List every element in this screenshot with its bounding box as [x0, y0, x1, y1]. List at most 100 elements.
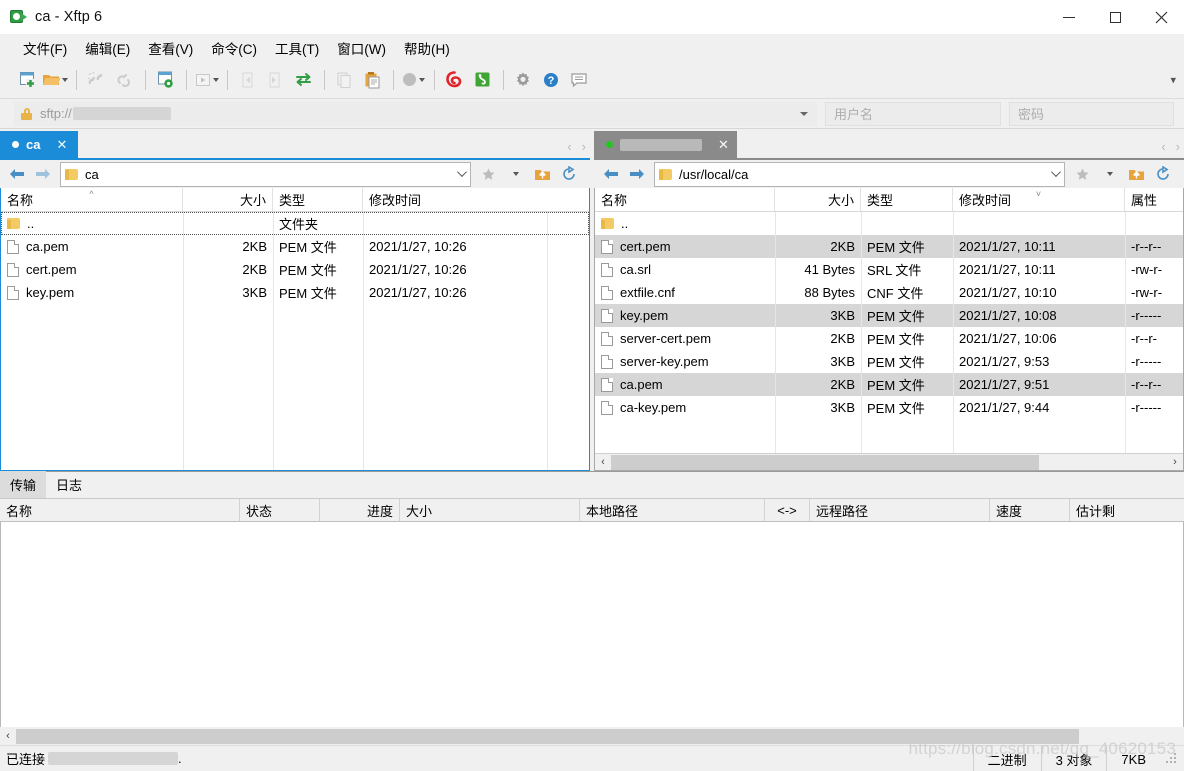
remote-bookmark-star-icon[interactable]	[1069, 162, 1095, 186]
table-row[interactable]: .. 文件夹	[1, 212, 589, 235]
feedback-chat-icon[interactable]	[566, 67, 592, 93]
local-tab-ca[interactable]: ca ✕	[0, 131, 78, 158]
local-forward-button[interactable]	[30, 162, 56, 186]
remote-horizontal-scrollbar[interactable]: ‹ ›	[595, 453, 1183, 470]
address-dropdown-icon[interactable]	[800, 111, 808, 116]
transfer-mode-dropdown-icon[interactable]	[419, 77, 425, 82]
run-dropdown-icon[interactable]	[212, 77, 219, 82]
local-column-size[interactable]: 大小	[183, 188, 273, 211]
table-row[interactable]: server-key.pem 3KB PEM 文件 2021/1/27, 9:5…	[595, 350, 1183, 373]
table-row[interactable]: extfile.cnf 88 Bytes CNF 文件 2021/1/27, 1…	[595, 281, 1183, 304]
connect-icon[interactable]	[111, 67, 137, 93]
table-row[interactable]: cert.pem 2KB PEM 文件 2021/1/27, 10:26	[1, 258, 589, 281]
toolbar-overflow-icon[interactable]: ▾	[1170, 73, 1176, 86]
remote-tab-scroll-left-icon[interactable]: ‹	[1161, 139, 1165, 154]
sftp-url-input[interactable]: sftp://	[14, 101, 817, 126]
remote-file-list[interactable]: 名称 大小 类型 修改时间 ˅ 属性 .. cert.pem 2KB PEM 文…	[594, 188, 1184, 471]
sync-browsing-icon[interactable]	[290, 67, 316, 93]
remote-tab-session[interactable]: ✕	[594, 131, 737, 158]
local-file-list[interactable]: 名称 ^ 大小 类型 修改时间 .. 文件夹 ca.pem 2KB PEM 文件…	[0, 188, 590, 471]
transfer-column-eta[interactable]: 估计剩	[1070, 499, 1184, 521]
table-row[interactable]: key.pem 3KB PEM 文件 2021/1/27, 10:26	[1, 281, 589, 304]
transfer-scroll-thumb[interactable]	[16, 728, 1079, 744]
table-row[interactable]: ..	[595, 212, 1183, 235]
local-bookmark-star-icon[interactable]	[475, 162, 501, 186]
transfer-column-status[interactable]: 状态	[240, 499, 320, 521]
menu-help[interactable]: 帮助(H)	[395, 35, 459, 61]
remote-bookmark-dropdown-icon[interactable]	[1096, 162, 1122, 186]
remote-parent-folder-icon[interactable]	[1123, 162, 1149, 186]
local-column-modified[interactable]: 修改时间	[363, 188, 589, 211]
local-back-button[interactable]	[4, 162, 30, 186]
local-tab-scroll-left-icon[interactable]: ‹	[567, 139, 571, 154]
help-icon[interactable]: ?	[538, 67, 564, 93]
copy-icon[interactable]	[331, 67, 357, 93]
transfer-column-name[interactable]: 名称	[0, 499, 240, 521]
open-folder-dropdown-icon[interactable]	[62, 77, 68, 82]
menu-window[interactable]: 窗口(W)	[328, 35, 395, 61]
remote-column-size[interactable]: 大小	[775, 188, 861, 211]
scroll-left-icon[interactable]: ‹	[595, 456, 611, 468]
table-row[interactable]: ca.pem 2KB PEM 文件 2021/1/27, 10:26	[1, 235, 589, 258]
table-row[interactable]: cert.pem 2KB PEM 文件 2021/1/27, 10:11 -r-…	[595, 235, 1183, 258]
transfer-mode-status[interactable]: 二进制	[972, 746, 1041, 771]
resize-grip-icon[interactable]	[1165, 752, 1179, 766]
local-path-input[interactable]: ca	[60, 161, 471, 187]
open-folder-icon[interactable]	[42, 67, 68, 93]
remote-tab-scroll-right-icon[interactable]: ›	[1176, 139, 1180, 154]
transfer-horizontal-scrollbar[interactable]: ‹	[0, 727, 1184, 745]
local-path-dropdown-icon[interactable]	[457, 167, 467, 177]
options-gear-icon[interactable]	[510, 67, 536, 93]
transfer-scroll-left-icon[interactable]: ‹	[0, 730, 16, 742]
remote-path-dropdown-icon[interactable]	[1051, 167, 1061, 177]
new-session-icon[interactable]	[14, 67, 40, 93]
remote-column-modified[interactable]: 修改时间 ˅	[953, 188, 1125, 211]
transfer-column-progress[interactable]: 进度	[320, 499, 400, 521]
menu-tools[interactable]: 工具(T)	[266, 35, 328, 61]
transfer-left-icon[interactable]	[234, 67, 260, 93]
table-row[interactable]: ca.srl 41 Bytes SRL 文件 2021/1/27, 10:11 …	[595, 258, 1183, 281]
remote-path-input[interactable]: /usr/local/ca	[654, 161, 1065, 187]
menu-command[interactable]: 命令(C)	[202, 35, 266, 61]
remote-refresh-icon[interactable]	[1150, 162, 1176, 186]
remote-column-name[interactable]: 名称	[595, 188, 775, 211]
local-parent-folder-icon[interactable]	[529, 162, 555, 186]
transfer-column-local-path[interactable]: 本地路径	[580, 499, 765, 521]
disconnect-icon[interactable]	[83, 67, 109, 93]
close-button[interactable]	[1138, 0, 1184, 34]
local-bookmark-dropdown-icon[interactable]	[502, 162, 528, 186]
maximize-button[interactable]	[1092, 0, 1138, 34]
transfer-right-icon[interactable]	[262, 67, 288, 93]
remote-column-attributes[interactable]: 属性	[1125, 188, 1183, 211]
local-column-type[interactable]: 类型	[273, 188, 363, 211]
table-row[interactable]: ca-key.pem 3KB PEM 文件 2021/1/27, 9:44 -r…	[595, 396, 1183, 419]
scroll-thumb[interactable]	[611, 454, 1040, 470]
transfer-list-body[interactable]	[0, 522, 1184, 727]
minimize-button[interactable]	[1046, 0, 1092, 34]
transfer-column-remote-path[interactable]: 远程路径	[810, 499, 990, 521]
table-row[interactable]: ca.pem 2KB PEM 文件 2021/1/27, 9:51 -r--r-…	[595, 373, 1183, 396]
password-input[interactable]: 密码	[1009, 101, 1174, 126]
transfer-mode-icon[interactable]	[400, 67, 426, 93]
local-refresh-icon[interactable]	[556, 162, 582, 186]
menu-view[interactable]: 查看(V)	[139, 35, 202, 61]
scroll-right-icon[interactable]: ›	[1167, 456, 1183, 468]
paste-icon[interactable]	[359, 67, 385, 93]
remote-forward-button[interactable]	[624, 162, 650, 186]
remote-back-button[interactable]	[598, 162, 624, 186]
local-column-name[interactable]: 名称 ^	[1, 188, 183, 211]
menu-file[interactable]: 文件(F)	[14, 35, 76, 61]
transfer-column-speed[interactable]: 速度	[990, 499, 1070, 521]
transfer-column-size[interactable]: 大小	[400, 499, 580, 521]
tab-log[interactable]: 日志	[46, 471, 92, 498]
transfer-column-direction[interactable]: <->	[765, 499, 810, 521]
xftp-link-icon[interactable]	[469, 67, 495, 93]
local-tab-scroll-right-icon[interactable]: ›	[582, 139, 586, 154]
username-input[interactable]: 用户名	[825, 101, 1001, 126]
tab-transfer[interactable]: 传输	[0, 471, 47, 498]
session-properties-icon[interactable]	[152, 67, 178, 93]
remote-column-type[interactable]: 类型	[861, 188, 953, 211]
run-icon[interactable]	[193, 67, 219, 93]
local-tab-close-icon[interactable]: ✕	[56, 137, 67, 153]
scroll-track[interactable]	[611, 454, 1167, 470]
